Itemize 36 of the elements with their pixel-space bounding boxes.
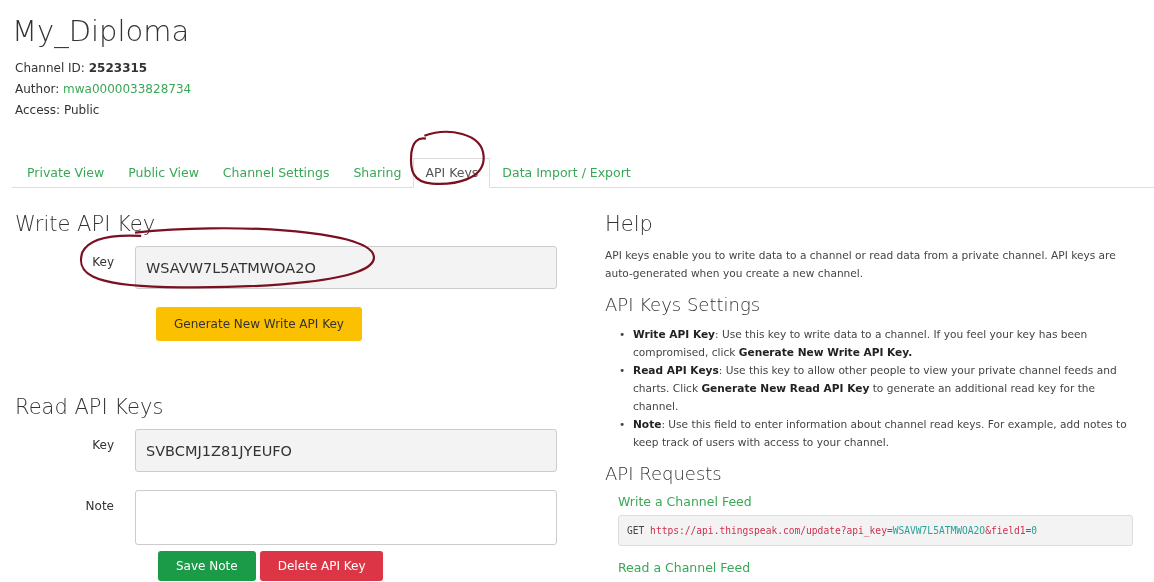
author-link[interactable]: mwa0000033828734	[63, 82, 192, 96]
read-key-field[interactable]: SVBCMJ1Z81JYEUFO	[135, 429, 557, 472]
tab[interactable]: Sharing	[341, 158, 414, 187]
help-item: Write API Key: Use this key to write data to a channel. If you feel your key has been compromised, click Generate New Write API Key.	[633, 327, 1089, 360]
bullet: •	[619, 327, 627, 342]
help-item: Read API Keys: Use this key to allow other people to view your private channel feeds and charts. Click Generate New Read API Key to generate an additional read key for the channel.	[633, 363, 1118, 414]
code-block: GET https://api.thingspeak.com/update?api_key=WSAVW7L5ATMWOA2O&field1=0	[618, 515, 1133, 546]
help-item: Note: Use this field to enter information about channel read keys. For example, add notes to keep track of users with access to your channel.	[633, 417, 1128, 450]
write-key-field[interactable]: WSAVW7L5ATMWOA2O	[135, 246, 557, 289]
meta-value: 2523315	[88, 61, 148, 75]
generate-key-button[interactable]: Generate New Write API Key	[156, 307, 362, 341]
channel-title: My_Diploma	[12, 14, 190, 48]
section-heading: Help	[605, 212, 653, 236]
meta-label: Access:	[15, 103, 61, 117]
tab[interactable]: API Keys	[413, 158, 491, 188]
tab[interactable]: Data Import / Export	[490, 158, 643, 187]
meta-label: Channel ID:	[15, 61, 85, 75]
meta-value: Public	[63, 103, 100, 117]
bullet: •	[619, 363, 627, 378]
section-heading: API Keys Settings	[605, 294, 761, 315]
field-label: Key	[92, 438, 114, 452]
tab[interactable]: Public View	[116, 158, 211, 187]
field-label: Key	[92, 255, 114, 269]
request-link[interactable]: Read a Channel Feed	[618, 560, 1135, 575]
bullet: •	[619, 417, 627, 432]
meta-label: Author:	[15, 82, 60, 96]
section-heading: API Requests	[605, 463, 722, 484]
field-label: Note	[85, 499, 114, 513]
section-heading: Write API Key	[15, 212, 156, 236]
request-link[interactable]: Write a Channel Feed	[618, 494, 1135, 509]
help-text: API keys enable you to write data to a channel or read data from a private channel. API keys are auto-generated when you create a new channel.	[605, 248, 1117, 281]
tab[interactable]: Channel Settings	[210, 158, 342, 187]
section-heading: Read API Keys	[15, 395, 164, 419]
delete-button[interactable]: Delete API Key	[259, 551, 384, 581]
save-button[interactable]: Save Note	[158, 551, 256, 581]
tab[interactable]: Private View	[15, 158, 117, 187]
